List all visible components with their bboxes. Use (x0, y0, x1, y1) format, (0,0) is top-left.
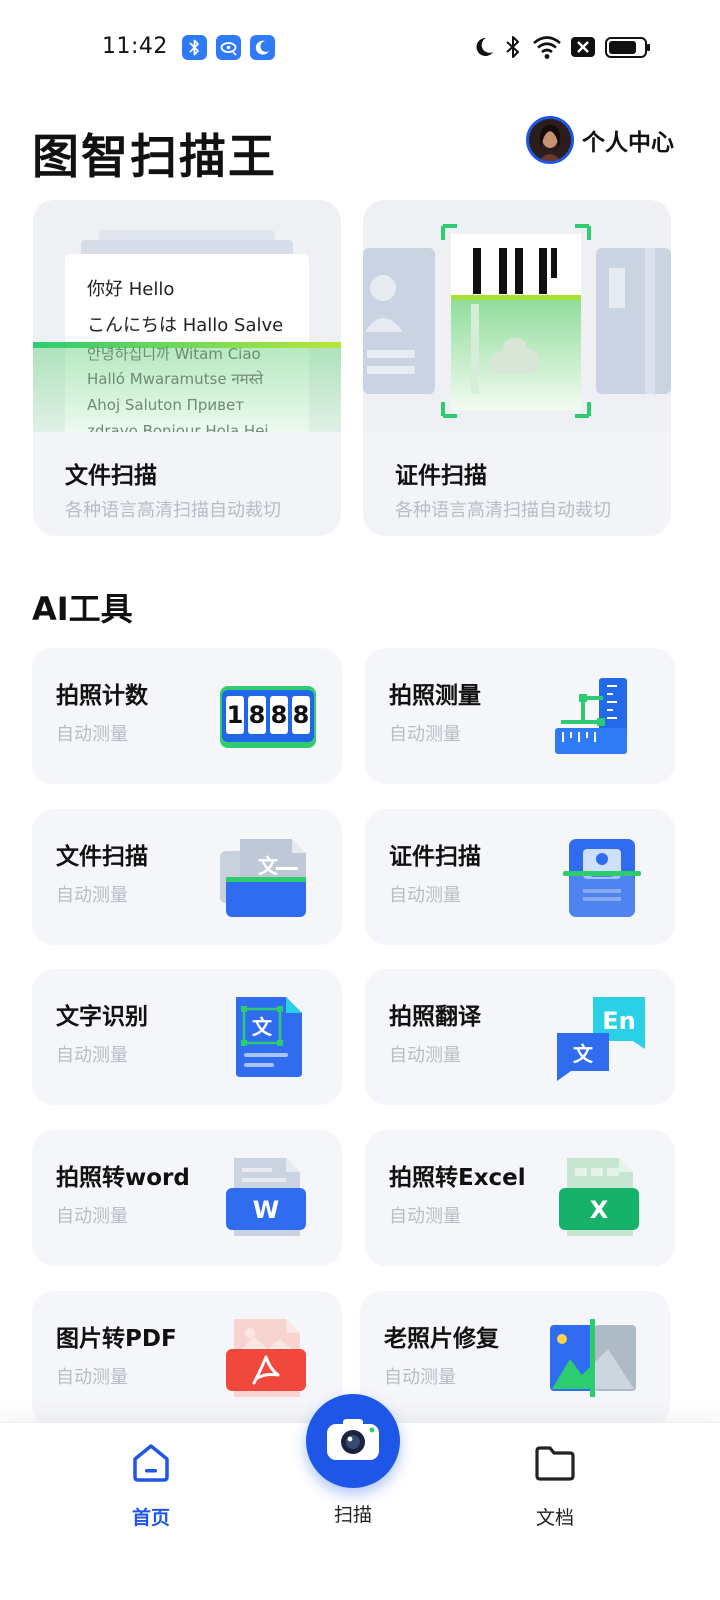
counter-digit: 8 (271, 701, 288, 729)
nav-documents[interactable]: 文档 (495, 1441, 615, 1530)
translate-badge-zh: 文 (573, 1042, 594, 1066)
sample-text-line: こんにちは Hallo Salve (87, 315, 284, 336)
tool-title: 拍照转word (56, 1165, 190, 1191)
nav-label-documents: 文档 (535, 1507, 574, 1529)
translate-icon: En 文 (553, 997, 649, 1081)
tool-photo-to-word[interactable]: 拍照转word 自动测量 W (32, 1130, 342, 1266)
tool-old-photo-restore[interactable]: 老照片修复 自动测量 (360, 1291, 670, 1427)
card-title: 证件扫描 (395, 463, 487, 489)
tool-subtitle: 自动测量 (56, 1045, 128, 1066)
id-scan-card[interactable]: 证件扫描 各种语言高清扫描自动裁切 (363, 200, 671, 536)
id-scan-illustration (363, 200, 671, 432)
tool-title: 拍照计数 (56, 683, 148, 709)
tool-subtitle: 自动测量 (56, 885, 128, 906)
tool-title: 文字识别 (56, 1004, 148, 1030)
wifi-icon (533, 36, 561, 59)
tool-subtitle: 自动测量 (389, 885, 461, 906)
photo-restore-icon (548, 1319, 644, 1403)
excel-icon: X (553, 1158, 649, 1242)
section-title-ai-tools: AI工具 (32, 590, 133, 628)
counter-icon: 1 8 8 8 (220, 676, 316, 760)
avatar (526, 116, 574, 164)
text-recognition-icon: 文 (220, 997, 316, 1081)
bluetooth-icon (182, 35, 207, 60)
excel-badge: X (590, 1196, 609, 1224)
tool-title: 拍照翻译 (389, 1004, 481, 1030)
tool-photo-translate[interactable]: 拍照翻译 自动测量 En 文 (365, 969, 675, 1105)
tool-document-scan[interactable]: 文件扫描 自动测量 文 (32, 809, 342, 945)
word-badge: W (253, 1196, 279, 1224)
document-scan-icon: 文 (220, 837, 316, 921)
home-icon (133, 1444, 169, 1482)
tool-subtitle: 自动测量 (389, 1045, 461, 1066)
tool-subtitle: 自动测量 (56, 1367, 128, 1388)
tool-title: 老照片修复 (384, 1326, 499, 1352)
tool-subtitle: 自动测量 (389, 724, 461, 745)
tool-title: 拍照测量 (389, 683, 481, 709)
tool-id-scan[interactable]: 证件扫描 自动测量 (365, 809, 675, 945)
word-icon: W (220, 1158, 316, 1242)
counter-digit: 1 (227, 701, 244, 729)
profile-label: 个人中心 (582, 130, 674, 156)
profile-center-button[interactable]: 个人中心 (526, 116, 674, 164)
tool-subtitle: 自动测量 (56, 724, 128, 745)
tool-title: 拍照转Excel (389, 1165, 526, 1191)
ruler-icon (553, 676, 649, 760)
bluetooth-icon (506, 36, 519, 58)
id-card-icon (553, 837, 649, 921)
tool-title: 图片转PDF (56, 1326, 177, 1352)
status-bar: 11:42 (0, 0, 720, 94)
nav-home[interactable]: 首页 (91, 1441, 211, 1530)
text-recognition-badge: 文 (252, 1015, 273, 1039)
tool-photo-count[interactable]: 拍照计数 自动测量 1 8 8 8 (32, 648, 342, 784)
card-subtitle: 各种语言高清扫描自动裁切 (395, 500, 611, 521)
nav-label-home: 首页 (131, 1507, 170, 1529)
tool-subtitle: 自动测量 (389, 1206, 461, 1227)
tool-subtitle: 自动测量 (56, 1206, 128, 1227)
document-scan-card[interactable]: 你好 Hello こんにちは Hallo Salve 안녕하십니까 Witam … (33, 200, 341, 536)
translate-badge-en: En (602, 1007, 635, 1035)
counter-digit: 8 (249, 701, 266, 729)
app-title: 图智扫描王 (32, 130, 277, 185)
document-scan-illustration: 你好 Hello こんにちは Hallo Salve 안녕하십니까 Witam … (33, 200, 341, 432)
sample-text-line: 你好 Hello (87, 279, 175, 300)
eye-care-icon (216, 35, 241, 60)
tool-photo-measure[interactable]: 拍照测量 自动测量 (365, 648, 675, 784)
tool-title: 文件扫描 (56, 844, 148, 870)
battery-icon (605, 37, 650, 58)
status-time: 11:42 (102, 34, 168, 59)
sample-text-line: zdravo Bonjour Hola Hej (87, 422, 269, 432)
sample-text-line: Halló Mwaramutse नमस्ते (87, 370, 264, 388)
card-title: 文件扫描 (65, 463, 157, 489)
tool-text-recognition[interactable]: 文字识别 自动测量 文 (32, 969, 342, 1105)
tool-image-to-pdf[interactable]: 图片转PDF 自动测量 (32, 1291, 342, 1427)
tool-title: 证件扫描 (389, 844, 481, 870)
camera-icon (327, 1419, 379, 1460)
card-subtitle: 各种语言高清扫描自动裁切 (65, 500, 281, 521)
counter-digit: 8 (293, 701, 310, 729)
tool-photo-to-excel[interactable]: 拍照转Excel 自动测量 X (365, 1130, 675, 1266)
pdf-icon (220, 1319, 316, 1403)
folder-icon (535, 1446, 575, 1481)
document-badge: 文 (258, 854, 279, 878)
sample-text-line: Ahoj Saluton Привет (87, 396, 244, 414)
scan-camera-button[interactable] (306, 1394, 400, 1488)
nav-label-scan[interactable]: 扫描 (293, 1500, 413, 1527)
tool-subtitle: 自动测量 (384, 1367, 456, 1388)
moon-icon (476, 37, 493, 56)
moon-icon (250, 35, 275, 60)
sim-off-icon (571, 37, 595, 57)
sample-text-line: 안녕하십니까 Witam Ciao (87, 345, 261, 363)
